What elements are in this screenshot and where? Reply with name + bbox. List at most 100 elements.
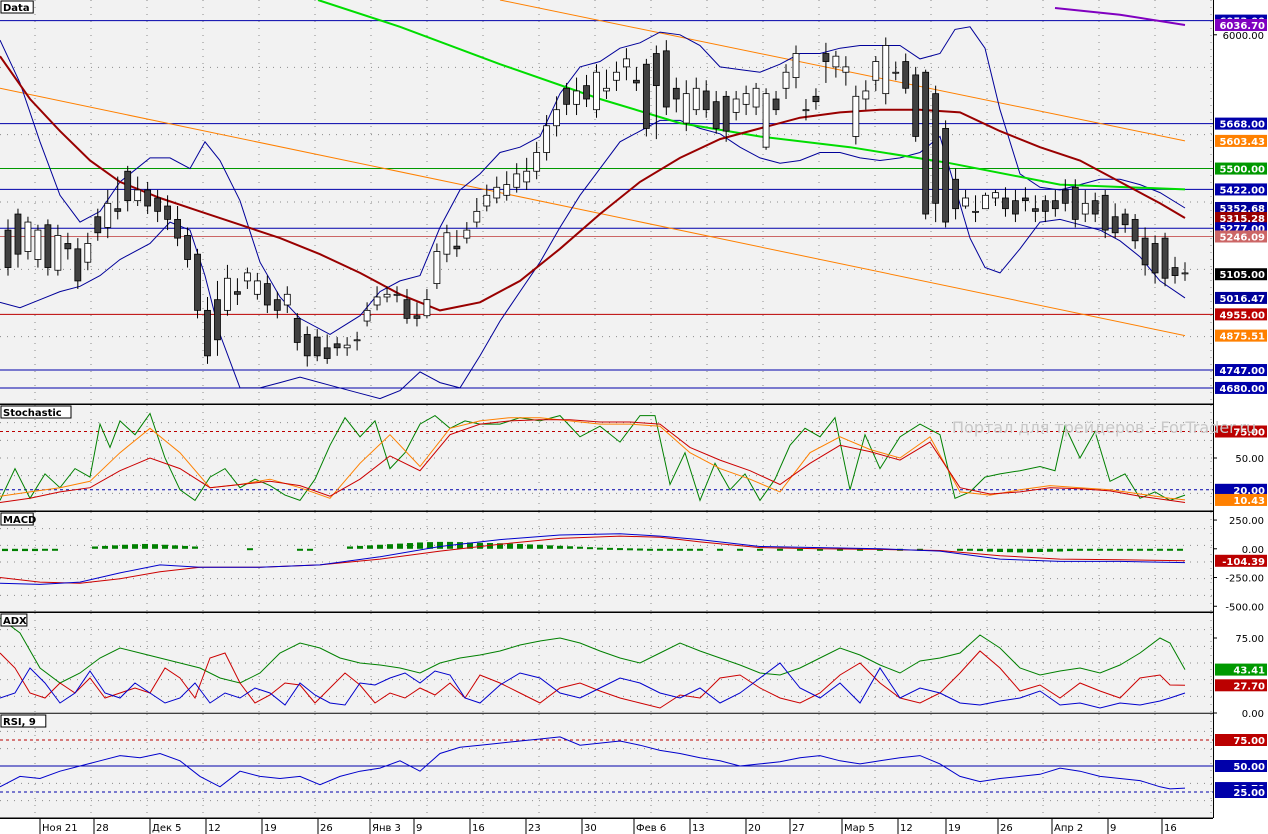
pane-title: RSI, 9: [3, 717, 36, 728]
axis-tick-label: 75.00: [1235, 634, 1264, 645]
candle-body: [473, 210, 481, 223]
candle-body: [632, 79, 640, 84]
candle-body: [722, 95, 730, 132]
candle-body: [84, 243, 92, 263]
macd-histogram-bar: [247, 548, 253, 551]
candle-body: [513, 173, 521, 188]
candle-body: [1061, 189, 1069, 204]
level-label: 6036.70: [1219, 21, 1265, 32]
candle-body: [224, 277, 231, 311]
time-axis-label: 16: [1164, 823, 1177, 834]
candle-body: [992, 192, 999, 199]
level-label: -104.39: [1222, 557, 1265, 568]
candle-body: [772, 98, 780, 111]
candle-body: [24, 221, 32, 252]
candle-body: [1002, 197, 1009, 210]
candle-body: [672, 87, 680, 100]
candle-body: [164, 205, 171, 220]
macd-histogram-bar: [647, 548, 653, 551]
candle-body: [692, 87, 700, 111]
macd-histogram-bar: [757, 548, 763, 551]
axis-tick-label: 0.00: [1242, 709, 1264, 720]
level-label: 5105.00: [1219, 270, 1265, 281]
candle-body: [1031, 208, 1039, 212]
macd-histogram-bar: [1117, 548, 1123, 551]
candle-body: [114, 208, 122, 212]
macd-histogram-bar: [112, 545, 118, 549]
macd-histogram-bar: [307, 548, 313, 551]
axis-tick-label: 250.00: [1229, 516, 1264, 527]
level-label: 10.43: [1233, 496, 1265, 507]
time-axis-label: 26: [320, 823, 333, 834]
macd-histogram-bar: [297, 548, 303, 551]
macd-histogram-bar: [377, 544, 383, 549]
macd-histogram-bar: [637, 548, 643, 551]
macd-histogram-bar: [102, 545, 108, 549]
candle-body: [832, 55, 840, 68]
candle-body: [383, 293, 391, 298]
axis-tick-label: -500.00: [1225, 602, 1264, 613]
time-axis-label: 13: [692, 823, 705, 834]
macd-histogram-bar: [387, 544, 393, 549]
macd-histogram-bar: [777, 548, 783, 551]
macd-histogram-bar: [527, 544, 533, 549]
candle-body: [293, 317, 301, 343]
pane-title: Stochastic: [3, 408, 62, 419]
candle-body: [982, 194, 989, 210]
level-label: 25.00: [1233, 788, 1265, 799]
macd-histogram-bar: [1057, 548, 1063, 552]
candle-body: [583, 85, 590, 100]
macd-histogram-bar: [1167, 548, 1173, 551]
macd-histogram-bar: [52, 548, 58, 551]
candle-body: [922, 71, 930, 215]
candle-body: [882, 45, 890, 95]
candle-body: [682, 93, 690, 124]
candle-body: [1022, 197, 1029, 202]
axis-tick-label: 50.00: [1235, 454, 1264, 465]
candle-body: [702, 90, 710, 111]
candle-body: [263, 283, 271, 306]
candle-body: [1111, 216, 1119, 234]
macd-histogram-bar: [457, 542, 463, 549]
candle-body: [124, 170, 132, 202]
macd-histogram-bar: [1017, 548, 1023, 553]
candle-body: [553, 109, 561, 127]
time-axis-label: 12: [208, 823, 221, 834]
candle-body: [742, 93, 750, 105]
macd-histogram-bar: [2, 548, 8, 552]
macd-histogram-bar: [967, 548, 973, 551]
candle-body: [912, 74, 920, 137]
time-axis-label: 27: [792, 823, 805, 834]
candle-body: [652, 53, 660, 87]
candle-body: [613, 71, 620, 81]
macd-histogram-bar: [192, 546, 198, 549]
macd-histogram-bar: [152, 544, 158, 549]
candle-body: [623, 58, 630, 68]
candle-body: [144, 189, 152, 207]
time-axis-label: 9: [416, 823, 422, 834]
candle-body: [243, 272, 251, 282]
macd-histogram-bar: [132, 544, 138, 549]
candle-body: [862, 90, 870, 100]
candle-body: [283, 293, 291, 306]
macd-histogram-bar: [397, 543, 403, 549]
level-label: 5603.43: [1219, 137, 1265, 148]
candle-body: [493, 186, 501, 199]
macd-histogram-bar: [1077, 548, 1083, 551]
candle-body: [403, 299, 411, 319]
candle-body: [423, 299, 431, 317]
candle-body: [363, 309, 371, 322]
level-label: 50.00: [1233, 762, 1265, 773]
candle-body: [204, 309, 211, 357]
macd-histogram-bar: [182, 545, 188, 549]
candle-body: [134, 189, 142, 202]
axis-tick-label: 6000.00: [1223, 31, 1264, 42]
macd-histogram-bar: [557, 545, 563, 549]
axis-tick-label: 0.00: [1242, 545, 1264, 556]
macd-histogram-bar: [437, 541, 443, 549]
macd-histogram-bar: [617, 548, 623, 551]
candle-body: [1161, 237, 1169, 279]
macd-histogram-bar: [1147, 548, 1153, 551]
level-label: 27.70: [1233, 681, 1265, 692]
pane-title: Data: [3, 3, 30, 14]
